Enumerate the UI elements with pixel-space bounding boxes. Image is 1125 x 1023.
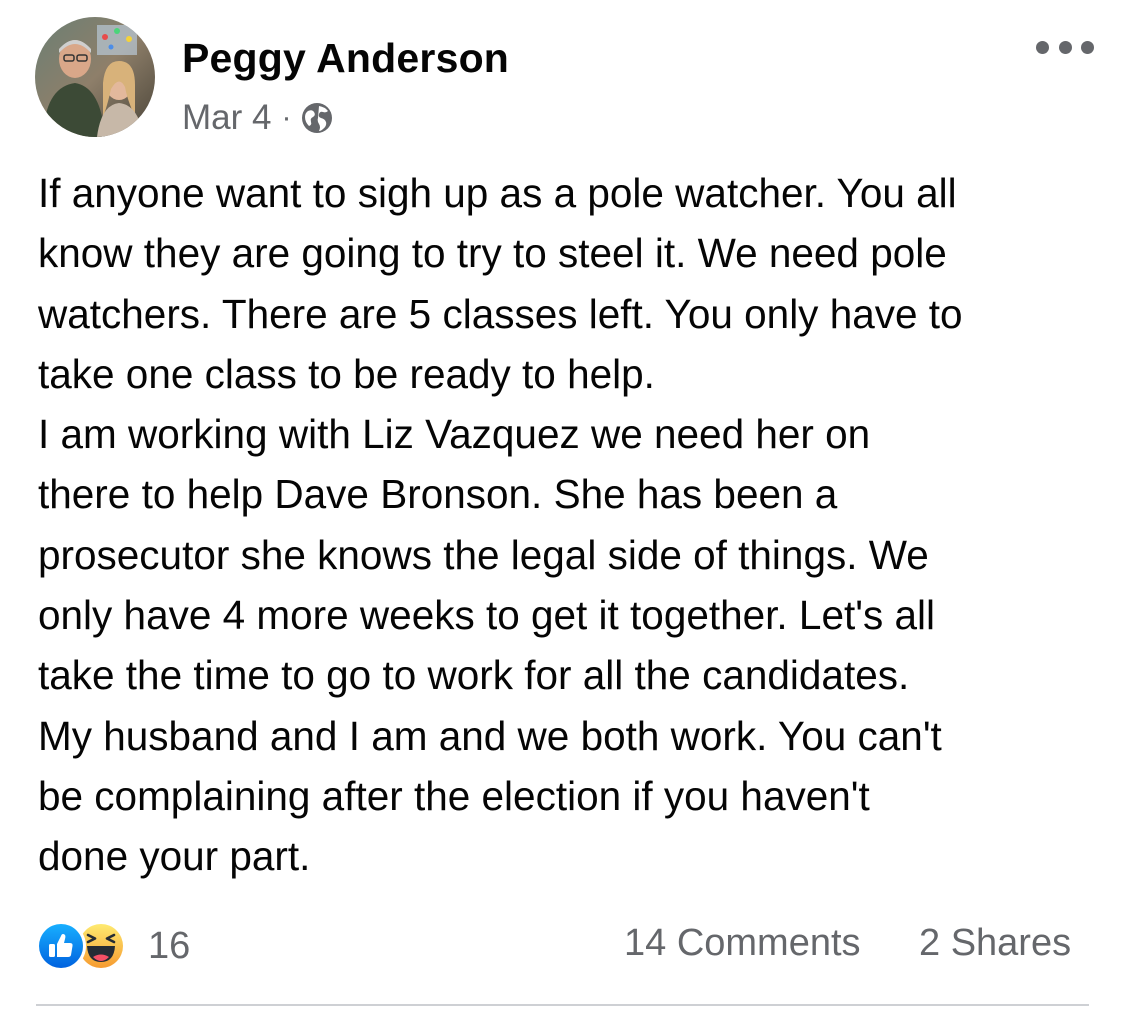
comments-link[interactable]: 14 Comments: [624, 922, 861, 965]
post-text-line: take the time to go to work for all the …: [38, 652, 910, 699]
facebook-post: Peggy Anderson Mar 4 · If anyone want to…: [0, 0, 1125, 1023]
post-text-line: If anyone want to sigh up as a pole watc…: [38, 170, 957, 216]
post-text-line: prosecutor she knows the legal side of t…: [38, 531, 929, 578]
post-text-line: only have 4 more weeks to get it togethe…: [38, 592, 935, 639]
post-text-line: be complaining after the election if you…: [38, 772, 870, 819]
post-text-line: there to help Dave Bronson. She has been…: [38, 471, 838, 518]
post-meta: Mar 4 ·: [182, 96, 335, 140]
post-text-line: know they are going to try to steel it. …: [38, 230, 947, 277]
post-text: If anyone want to sigh up as a pole watc…: [38, 163, 1098, 887]
shares-link[interactable]: 2 Shares: [919, 922, 1071, 965]
post-text-line: take one class to be ready to help.: [38, 350, 655, 397]
more-dot: [1036, 40, 1049, 54]
post-text-line: watchers. There are 5 classes left. You …: [38, 290, 963, 337]
divider: [36, 1004, 1089, 1006]
post-date[interactable]: Mar 4: [182, 98, 271, 138]
more-dot: [1081, 40, 1094, 54]
meta-separator: ·: [281, 101, 292, 134]
more-dot: [1058, 40, 1072, 54]
reactions-summary[interactable]: 16: [36, 920, 190, 972]
author-avatar[interactable]: [35, 17, 155, 137]
post-text-line: I am working with Liz Vazquez we need he…: [38, 411, 871, 458]
author-name[interactable]: Peggy Anderson: [182, 35, 509, 82]
more-options-icon[interactable]: [1036, 32, 1094, 62]
globe-icon[interactable]: [299, 100, 335, 136]
like-icon: [36, 921, 86, 971]
reaction-count: 16: [148, 924, 191, 967]
post-text-line: My husband and I am and we both work. Yo…: [38, 712, 942, 759]
post-text-line: done your part.: [38, 833, 311, 880]
